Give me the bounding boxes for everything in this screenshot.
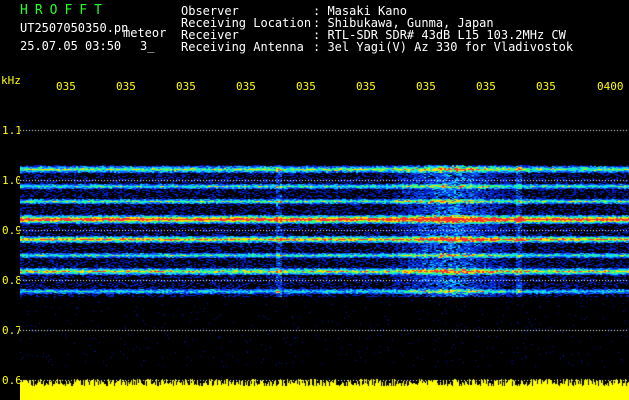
x-tick-label: 0400 xyxy=(597,80,624,93)
x-tick-label: 035 xyxy=(116,80,136,93)
y-axis-unit: kHz xyxy=(1,74,21,87)
x-tick-label: 035 xyxy=(356,80,376,93)
y-tick-label: 1.0 xyxy=(2,174,22,187)
y-tick-label: 0.8 xyxy=(2,274,22,287)
y-tick-label: 1.1 xyxy=(2,124,22,137)
x-tick-label: 035 xyxy=(176,80,196,93)
observation-datetime: 25.07.05 03:50 xyxy=(20,39,122,53)
x-tick-label: 035 xyxy=(416,80,436,93)
y-tick-label: 0.7 xyxy=(2,324,22,337)
file-name: UT2507050350.pn xyxy=(20,21,129,35)
x-tick-label: 035 xyxy=(236,80,256,93)
x-tick-label: 035 xyxy=(56,80,76,93)
spectrogram-canvas xyxy=(20,97,629,400)
app-title: HROFFT xyxy=(20,3,109,18)
meteor-label: meteor xyxy=(123,26,167,40)
x-tick-label: 035 xyxy=(536,80,556,93)
x-tick-label: 035 xyxy=(296,80,316,93)
meteor-count: 3_ xyxy=(140,39,155,53)
info-key-antenna: Receiving Antenna xyxy=(181,40,304,54)
x-tick-label: 035 xyxy=(476,80,496,93)
info-value-antenna: : 3el Yagi(V) Az 330 for Vladivostok xyxy=(313,40,574,54)
y-tick-label: 0.9 xyxy=(2,224,22,237)
y-tick-label: 0.6 xyxy=(2,374,22,387)
